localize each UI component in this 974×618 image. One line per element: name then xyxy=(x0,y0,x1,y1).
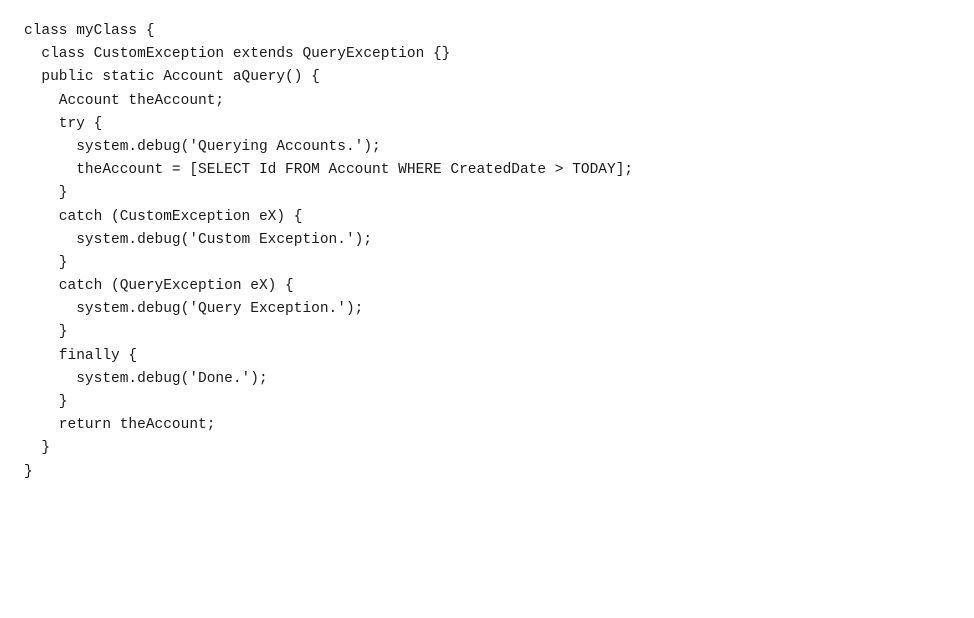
code-container: class myClass { class CustomException ex… xyxy=(0,0,974,618)
code-block: class myClass { class CustomException ex… xyxy=(24,20,950,484)
